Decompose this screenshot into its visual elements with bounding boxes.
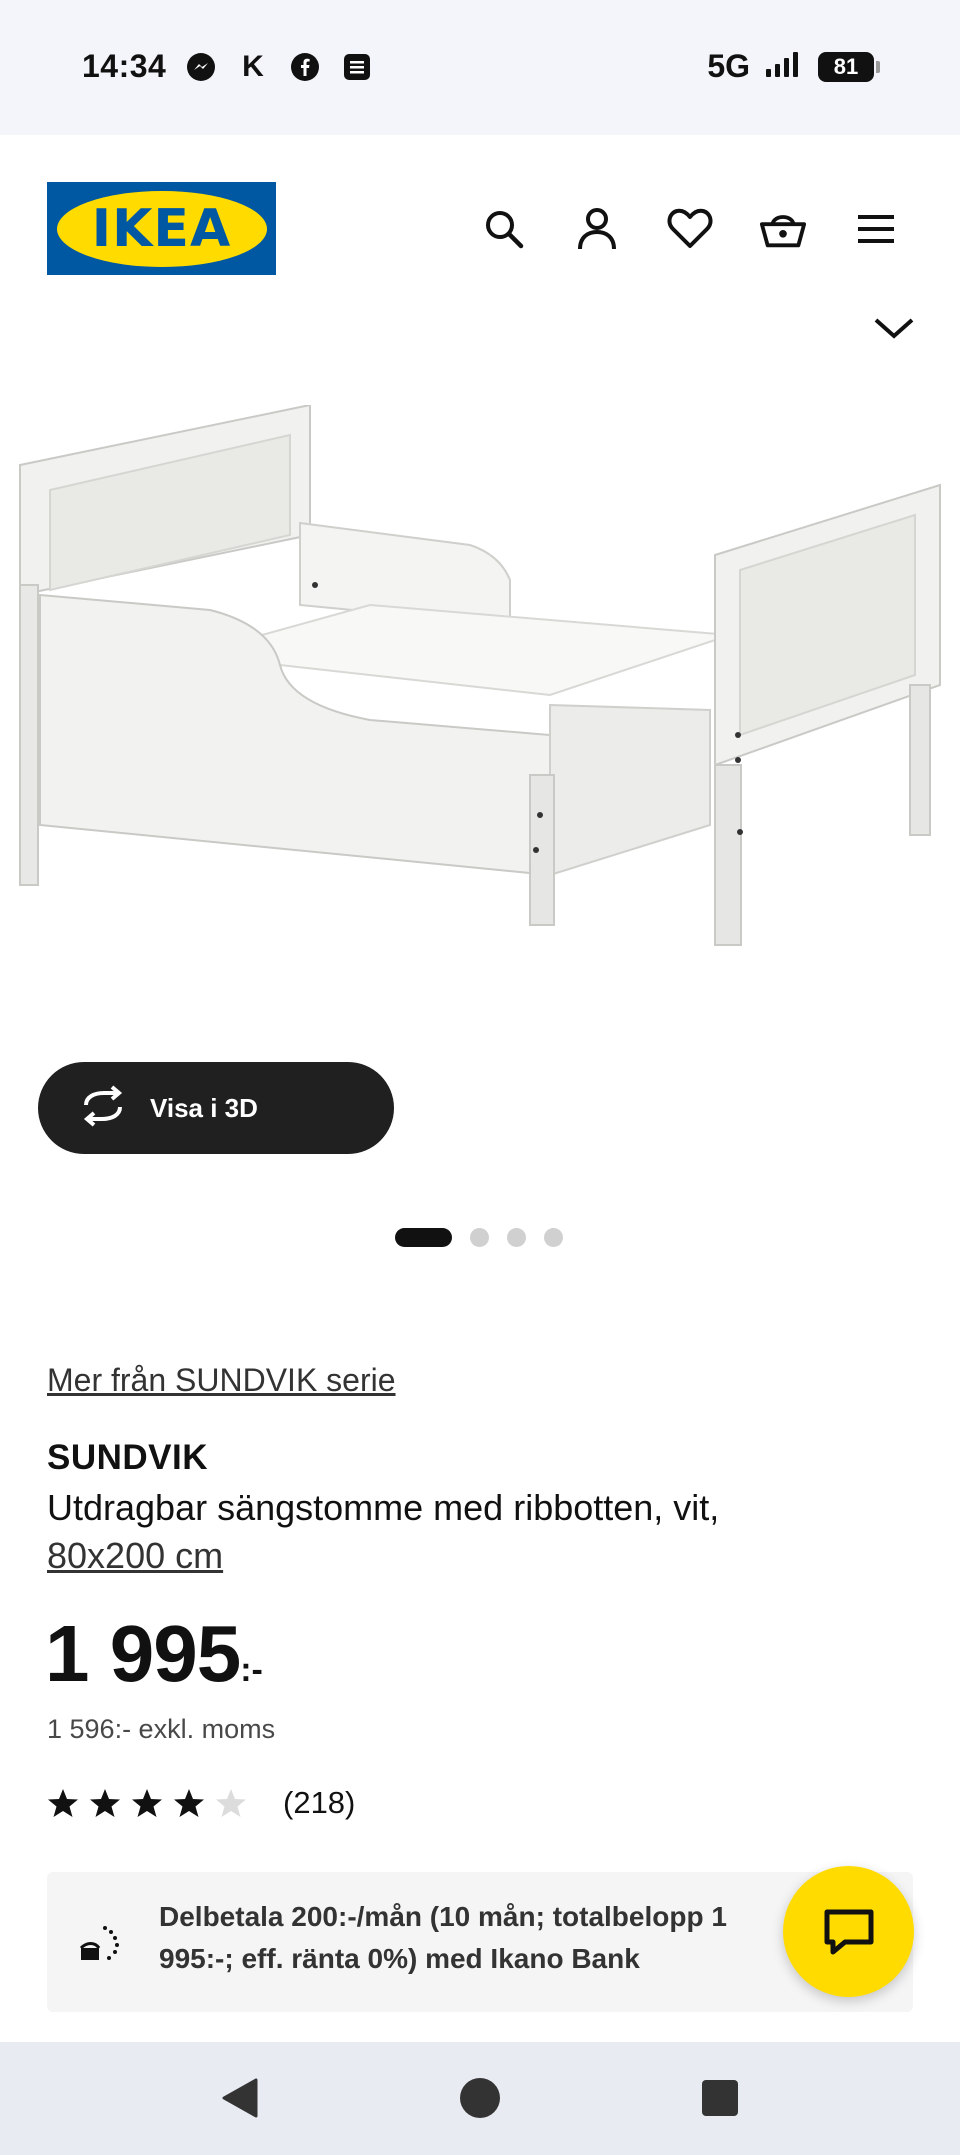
star-filled-icon <box>48 1789 78 1817</box>
gallery-dot-4[interactable] <box>544 1228 563 1247</box>
star-filled-icon <box>132 1789 162 1817</box>
gallery-dot-2[interactable] <box>470 1228 489 1247</box>
financing-text: Delbetala 200:-/mån (10 mån; totalbelopp… <box>159 1901 727 1974</box>
system-nav-bar <box>0 2042 960 2155</box>
gallery-pagination <box>395 1228 563 1247</box>
chat-icon <box>824 1909 873 1954</box>
view-3d-label: Visa i 3D <box>150 1092 258 1123</box>
heart-icon[interactable] <box>666 205 714 253</box>
search-icon[interactable] <box>480 205 528 253</box>
header-actions <box>480 205 900 253</box>
star-empty-icon <box>216 1789 246 1817</box>
signal-icon <box>764 49 804 84</box>
messenger-icon <box>186 52 216 82</box>
k-icon: K <box>238 50 268 83</box>
basket-icon[interactable] <box>759 205 807 253</box>
payment-icon <box>77 1918 127 1964</box>
series-link[interactable]: Mer från SUNDVIK serie <box>47 1362 396 1399</box>
battery-icon: 81 <box>818 51 880 82</box>
price-main: 1 995 <box>45 1609 241 1698</box>
status-time: 14:34 <box>82 48 167 84</box>
user-icon[interactable] <box>573 205 621 253</box>
gallery-dot-3[interactable] <box>507 1228 526 1247</box>
product-price: 1 995 :- <box>45 1608 263 1700</box>
network-label: 5G <box>707 48 750 84</box>
rotate-3d-icon <box>78 1084 128 1132</box>
review-count[interactable]: (218) <box>283 1785 355 1821</box>
menu-icon[interactable] <box>852 205 900 253</box>
product-gallery[interactable]: Visa i 3D <box>0 310 960 1270</box>
home-icon[interactable] <box>456 2074 504 2122</box>
logo-text: IKEA <box>91 198 232 259</box>
gallery-dot-1[interactable] <box>395 1228 452 1247</box>
site-header: IKEA <box>0 135 960 310</box>
star-filled-icon <box>174 1789 204 1817</box>
news-icon <box>342 52 372 82</box>
status-bar: 14:34 K 5G 81 <box>0 0 960 135</box>
facebook-icon <box>290 52 320 82</box>
product-description-text: Utdragbar sängstomme med ribbotten, vit, <box>47 1487 720 1528</box>
recents-icon[interactable] <box>696 2074 744 2122</box>
product-rating[interactable]: (218) <box>47 1785 355 1821</box>
star-filled-icon <box>90 1789 120 1817</box>
chevron-down-icon[interactable] <box>864 310 924 350</box>
view-3d-button[interactable]: Visa i 3D <box>38 1062 394 1154</box>
battery-level: 81 <box>818 51 874 82</box>
status-app-icons: K <box>186 50 372 83</box>
status-right: 5G 81 <box>707 48 880 85</box>
rating-stars <box>47 1787 247 1819</box>
chat-button[interactable] <box>783 1866 914 1997</box>
ikea-logo[interactable]: IKEA <box>47 182 276 275</box>
price-excl-vat: 1 596:- exkl. moms <box>47 1714 276 1744</box>
back-icon[interactable] <box>216 2074 264 2122</box>
product-name: SUNDVIK <box>47 1438 209 1477</box>
k-icon-label: K <box>242 50 264 83</box>
product-description: Utdragbar sängstomme med ribbotten, vit,… <box>47 1484 907 1580</box>
product-size-link[interactable]: 80x200 cm <box>47 1535 223 1576</box>
bed-product-image[interactable] <box>10 405 950 1035</box>
price-suffix: :- <box>240 1651 263 1689</box>
